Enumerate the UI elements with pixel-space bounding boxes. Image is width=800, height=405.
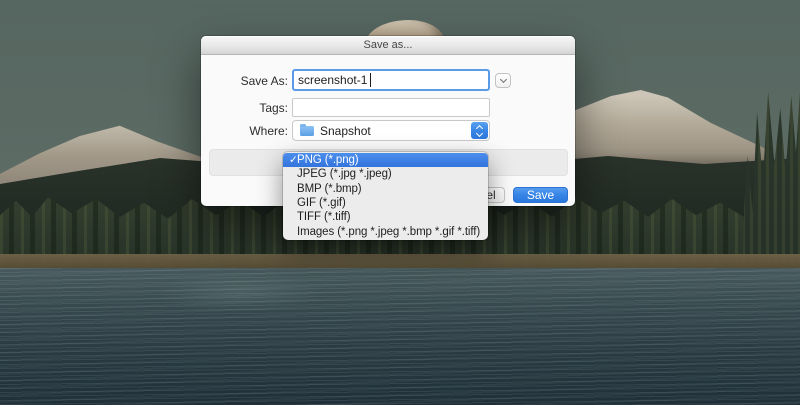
menu-item-label: GIF (*.gif) <box>297 197 346 209</box>
checkmark-icon: ✓ <box>283 154 297 166</box>
tags-label: Tags: <box>219 101 288 115</box>
menu-item-jpeg[interactable]: JPEG (*.jpg *.jpeg) <box>283 167 488 181</box>
where-label: Where: <box>219 124 288 138</box>
menu-item-label: Images (*.png *.jpeg *.bmp *.gif *.tiff) <box>297 226 480 238</box>
save-as-input[interactable] <box>292 69 490 91</box>
save-button[interactable]: Save <box>513 187 568 203</box>
where-value: Snapshot <box>320 124 371 138</box>
menu-item-label: PNG (*.png) <box>297 154 359 166</box>
chevron-down-icon <box>476 129 483 136</box>
text-caret <box>370 73 371 87</box>
dialog-titlebar[interactable]: Save as... <box>201 36 575 55</box>
menu-item-label: BMP (*.bmp) <box>297 183 362 195</box>
menu-item-label: JPEG (*.jpg *.jpeg) <box>297 168 392 180</box>
wallpaper-lake <box>0 268 800 405</box>
menu-item-gif[interactable]: GIF (*.gif) <box>283 196 488 210</box>
save-as-label: Save As: <box>219 74 288 88</box>
menu-item-label: TIFF (*.tiff) <box>297 211 350 223</box>
menu-item-bmp[interactable]: BMP (*.bmp) <box>283 182 488 196</box>
menu-item-png[interactable]: ✓ PNG (*.png) <box>283 153 488 167</box>
dialog-title: Save as... <box>364 39 413 51</box>
save-as-field-wrap <box>292 69 490 91</box>
menu-item-images[interactable]: Images (*.png *.jpeg *.bmp *.gif *.tiff) <box>283 224 488 238</box>
up-down-chevrons-icon <box>471 122 488 139</box>
tags-input[interactable] <box>292 98 490 117</box>
chevron-down-icon <box>499 76 506 83</box>
expand-dialog-button[interactable] <box>495 73 511 88</box>
save-button-label: Save <box>527 188 554 202</box>
where-popup-button[interactable]: Snapshot <box>292 120 490 141</box>
menu-item-tiff[interactable]: TIFF (*.tiff) <box>283 210 488 224</box>
folder-icon <box>300 126 314 136</box>
format-dropdown-menu: ✓ PNG (*.png) JPEG (*.jpg *.jpeg) BMP (*… <box>283 152 488 240</box>
